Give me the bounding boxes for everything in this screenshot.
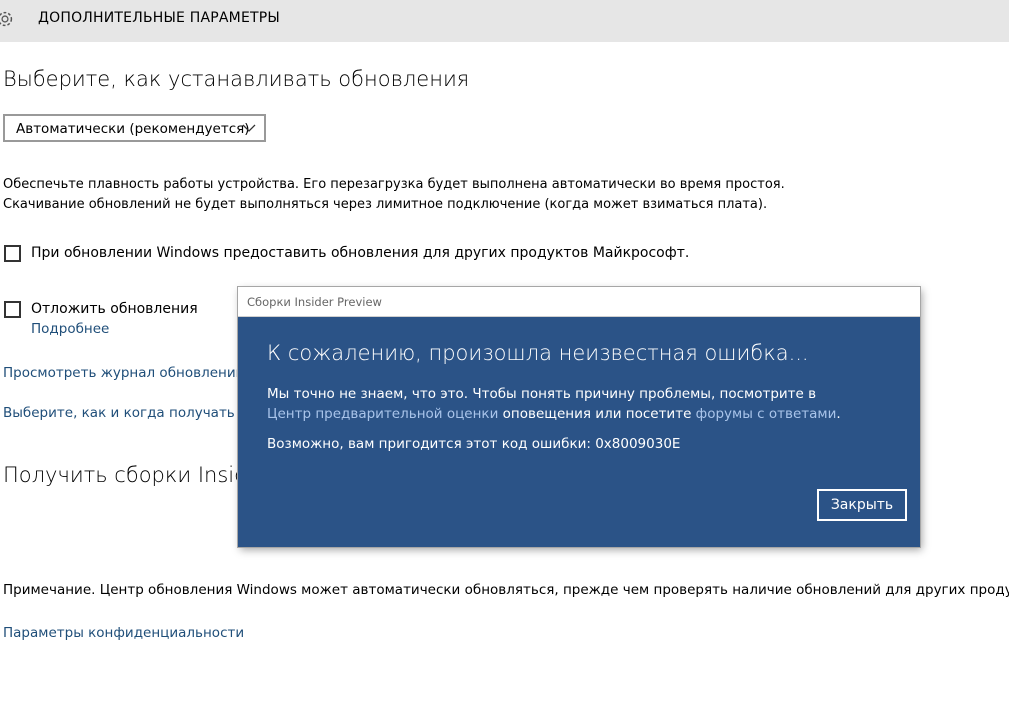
other-products-label: При обновлении Windows предоставить обно… <box>31 245 690 261</box>
defer-updates-label: Отложить обновления <box>31 301 198 317</box>
defer-updates-checkbox[interactable] <box>4 301 21 318</box>
page-header: ДОПОЛНИТЕЛЬНЫЕ ПАРАМЕТРЫ <box>0 0 1009 42</box>
dialog-titlebar: Сборки Insider Preview <box>238 287 920 317</box>
dropdown-value: Автоматически (рекомендуется) <box>16 121 250 137</box>
dialog-window-title: Сборки Insider Preview <box>247 295 382 309</box>
update-history-link[interactable]: Просмотреть журнал обновлений <box>3 365 244 381</box>
dialog-message-line1: Мы точно не знаем, что это. Чтобы понять… <box>267 386 817 402</box>
install-heading: Выберите, как устанавливать обновления <box>3 67 470 91</box>
page-title: ДОПОЛНИТЕЛЬНЫЕ ПАРАМЕТРЫ <box>38 10 280 26</box>
answers-forum-link[interactable]: форумы с ответами <box>696 406 837 422</box>
dialog-message-line2: Центр предварительной оценки оповещения … <box>267 406 841 422</box>
dialog-message-end: . <box>836 406 841 422</box>
install-description-line1: Обеспечьте плавность работы устройства. … <box>3 177 785 192</box>
gear-icon <box>0 11 13 27</box>
other-products-checkbox[interactable] <box>4 245 21 262</box>
defer-more-link[interactable]: Подробнее <box>31 321 109 337</box>
close-button[interactable]: Закрыть <box>817 489 907 521</box>
dialog-heading: К сожалению, произошла неизвестная ошибк… <box>267 341 809 365</box>
dialog-error-code: Возможно, вам пригодится этот код ошибки… <box>267 436 681 452</box>
privacy-settings-link[interactable]: Параметры конфиденциальности <box>3 625 244 641</box>
error-dialog: Сборки Insider Preview К сожалению, прои… <box>238 287 920 547</box>
chevron-down-icon <box>242 124 256 132</box>
insider-hub-link[interactable]: Центр предварительной оценки <box>267 406 498 422</box>
note-text: Примечание. Центр обновления Windows мож… <box>3 582 1009 598</box>
install-description-line2: Скачивание обновлений не будет выполнять… <box>3 197 768 212</box>
dialog-message-mid: оповещения или посетите <box>498 406 696 422</box>
install-mode-dropdown[interactable]: Автоматически (рекомендуется) <box>3 114 266 142</box>
